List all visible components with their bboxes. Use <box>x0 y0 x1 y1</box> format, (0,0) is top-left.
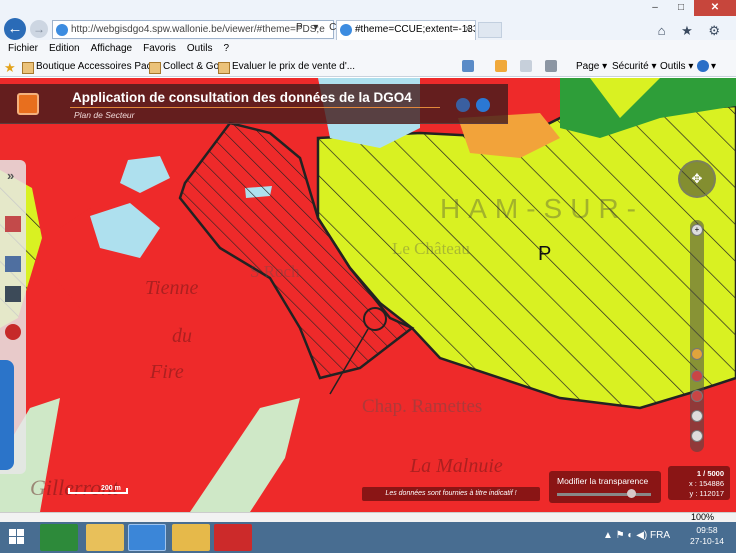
zoom-tool-3[interactable] <box>691 410 703 422</box>
address-tools[interactable]: P ▾ C <box>296 22 340 33</box>
info-tool-icon[interactable] <box>5 324 21 340</box>
place-label-tienne: Tienne <box>145 277 198 299</box>
map-viewport[interactable]: P HAM-SUR- Le Château S Roch Tienne du F… <box>0 78 736 512</box>
place-label-du: du <box>172 325 192 347</box>
help-menu-arrow[interactable]: ▾ <box>711 61 716 72</box>
favorite-collect-go[interactable]: Collect & Go <box>149 61 219 74</box>
zoom-thumb[interactable] <box>691 348 703 360</box>
rss-icon[interactable] <box>495 60 507 72</box>
file-explorer-icon[interactable] <box>86 524 124 551</box>
menu-edition[interactable]: Edition <box>49 40 80 57</box>
store-app-icon[interactable] <box>40 524 78 551</box>
address-bar[interactable]: http://webgisdgo4.spw.wallonie.be/viewer… <box>52 20 334 39</box>
browser-tab[interactable]: #theme=CCUE;extent=-133... × <box>336 20 476 40</box>
acrobat-reader-icon[interactable] <box>214 524 252 551</box>
forward-button[interactable]: → <box>30 20 48 38</box>
header-divider <box>70 107 440 108</box>
favorite-evaluer[interactable]: Evaluer le prix de vente d'... <box>218 61 355 74</box>
favorites-star-icon[interactable]: ★ <box>4 60 16 76</box>
menu-affichage[interactable]: Affichage <box>91 40 133 57</box>
app-header: Application de consultation des données … <box>0 84 508 124</box>
favorite-boutique[interactable]: Boutique Accessoires Pac... <box>22 61 160 74</box>
minimize-button[interactable]: – <box>642 0 668 16</box>
place-label-ramettes: Chap. Ramettes <box>362 396 482 417</box>
close-window-button[interactable]: ✕ <box>694 0 736 16</box>
transparency-track[interactable] <box>557 493 651 496</box>
wallonie-logo <box>17 93 39 115</box>
sector-label-p: P <box>538 243 551 265</box>
zoom-slider[interactable]: + <box>690 220 704 452</box>
place-label-chateau: Le Château <box>392 239 470 258</box>
address-url: http://webgisdgo4.spw.wallonie.be/viewer… <box>71 24 325 35</box>
side-panel-handle[interactable] <box>0 360 14 470</box>
system-tray[interactable]: ▲ ⚑ ◐ ◀) FRA <box>603 530 670 541</box>
tab-close-icon[interactable]: × <box>465 21 471 39</box>
home-favorites-settings-icons[interactable]: ⌂ ★ ⚙ <box>658 23 726 39</box>
print-map-icon[interactable] <box>456 98 470 112</box>
back-button[interactable]: ← <box>4 18 26 40</box>
help-info-icon[interactable] <box>476 98 490 112</box>
app-title: Application de consultation des données … <box>72 90 412 105</box>
print-icon[interactable] <box>545 60 557 72</box>
maximize-button[interactable]: □ <box>668 0 694 16</box>
status-bar <box>0 512 736 522</box>
tab-icon <box>340 24 352 36</box>
page-menu[interactable]: Page ▾ <box>576 61 607 72</box>
pan-control[interactable]: ✥ <box>678 160 716 198</box>
scale-bar-label: 200 m <box>101 485 121 492</box>
mail-app-icon[interactable] <box>172 524 210 551</box>
zoom-tool-2[interactable] <box>691 390 703 402</box>
zoom-tool-4[interactable] <box>691 430 703 442</box>
help-icon[interactable] <box>697 60 709 72</box>
clock-time: 09:58 <box>696 525 718 535</box>
zoom-tool-1[interactable] <box>691 370 703 382</box>
menu-favoris[interactable]: Favoris <box>143 40 176 57</box>
scale-ratio: 1 / 5000 <box>696 469 724 478</box>
security-menu[interactable]: Sécurité ▾ <box>612 61 656 72</box>
disclaimer-banner: Les données sont fournies à titre indica… <box>362 487 540 501</box>
transparency-thumb[interactable] <box>627 489 636 498</box>
taskbar-clock[interactable]: 09:58 27-10-14 <box>684 525 730 547</box>
menu-bar: Fichier Edition Affichage Favoris Outils… <box>0 40 736 57</box>
transparency-control[interactable]: Modifier la transparence <box>549 471 661 503</box>
tools-menu[interactable]: Outils ▾ <box>660 61 693 72</box>
mail-icon[interactable] <box>520 60 532 72</box>
menu-outils[interactable]: Outils <box>187 40 213 57</box>
coord-x: x : 154886 <box>688 479 724 488</box>
transparency-label: Modifier la transparence <box>557 476 649 486</box>
home-icon[interactable] <box>462 60 474 72</box>
windows-start-icon[interactable] <box>9 529 25 545</box>
internet-explorer-icon[interactable] <box>128 524 166 551</box>
app-subtitle: Plan de Secteur <box>74 110 135 120</box>
place-label-ham: HAM-SUR- <box>440 193 644 224</box>
binoculars-tool-icon[interactable] <box>5 286 21 302</box>
zoom-in-button[interactable]: + <box>691 224 703 236</box>
expand-panel-icon[interactable]: » <box>7 168 14 183</box>
tray-language[interactable]: FRA <box>650 530 670 541</box>
window-controls: – □ ✕ <box>642 0 736 16</box>
ie-site-icon <box>56 24 68 36</box>
menu-help[interactable]: ? <box>223 40 229 57</box>
scale-coordinates: 1 / 5000 x : 154886 y : 112017 <box>668 466 730 500</box>
measure-tool-icon[interactable] <box>5 256 21 272</box>
new-tab-button[interactable] <box>478 22 502 38</box>
menu-fichier[interactable]: Fichier <box>8 40 38 57</box>
place-label-roch: S Roch <box>250 262 300 281</box>
coord-y: y : 112017 <box>689 489 724 498</box>
zoom-level[interactable]: 100% <box>691 512 714 522</box>
layers-tool-icon[interactable] <box>5 216 21 232</box>
clock-date: 27-10-14 <box>689 536 725 546</box>
tab-title: #theme=CCUE;extent=-133... <box>355 24 476 35</box>
sector-plan-map[interactable]: P HAM-SUR- Le Château S Roch Tienne du F… <box>0 78 736 512</box>
place-label-malnuie: La Malnuie <box>409 455 503 477</box>
favorites-bar: ★ Boutique Accessoires Pac... Collect & … <box>0 57 736 77</box>
place-label-fire: Fire <box>149 361 184 383</box>
